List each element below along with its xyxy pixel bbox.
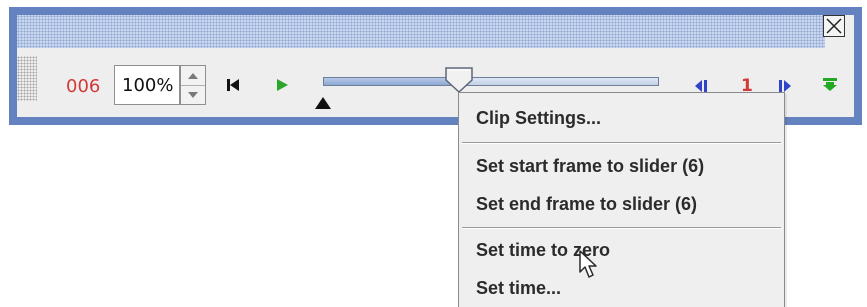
zoom-spinner[interactable]	[180, 65, 206, 105]
spin-down-icon[interactable]	[181, 85, 205, 104]
menu-item-set-start-frame[interactable]: Set start frame to slider (6)	[459, 147, 784, 185]
close-icon[interactable]	[823, 15, 845, 37]
zoom-value: 100%	[122, 75, 174, 96]
play-icon[interactable]	[275, 78, 289, 92]
menu-separator	[462, 227, 781, 229]
menu-separator	[462, 142, 781, 144]
mouse-pointer-icon	[578, 250, 602, 284]
title-drag-strip[interactable]	[17, 15, 825, 48]
frame-slider-track[interactable]	[323, 77, 659, 86]
step-back-icon[interactable]	[694, 79, 708, 93]
skip-to-start-icon[interactable]	[226, 78, 240, 92]
spin-up-icon[interactable]	[181, 66, 205, 86]
video-player-window: 006 100% 1 Clip Settings... Set start fr…	[0, 0, 867, 307]
toolbar-grip[interactable]	[17, 56, 37, 101]
slider-context-menu: Clip Settings... Set start frame to slid…	[458, 92, 785, 307]
zoom-field[interactable]: 100%	[114, 65, 180, 105]
menu-item-set-time[interactable]: Set time...	[459, 269, 784, 307]
menu-item-set-time-zero[interactable]: Set time to zero	[459, 231, 784, 269]
start-frame-marker[interactable]	[315, 94, 331, 113]
export-arrow-icon[interactable]	[821, 76, 839, 92]
slider-progress	[324, 78, 458, 85]
menu-item-set-end-frame[interactable]: Set end frame to slider (6)	[459, 185, 784, 223]
frame-number: 006	[66, 76, 101, 97]
step-forward-icon[interactable]	[778, 79, 792, 93]
menu-item-clip-settings[interactable]: Clip Settings...	[459, 99, 784, 137]
